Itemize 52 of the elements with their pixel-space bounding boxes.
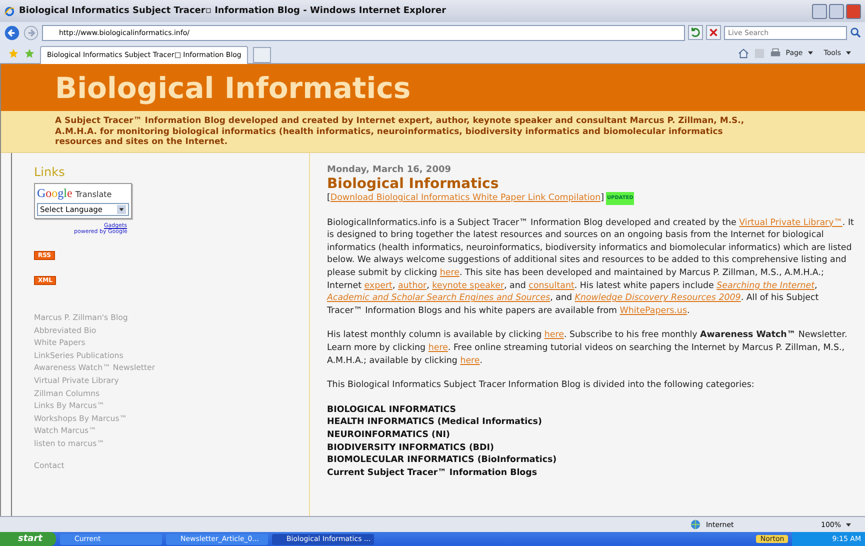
text-link[interactable]: here (460, 356, 480, 366)
bracket-text: [ (327, 192, 330, 205)
caret-icon[interactable] (808, 51, 813, 55)
post-title: Biological Informatics (327, 176, 500, 192)
bracket-text: ] (600, 192, 604, 205)
refresh-icon[interactable] (688, 25, 703, 40)
text-link[interactable]: Academic and Scholar Search Engines and Sources (327, 293, 550, 304)
caret-icon (117, 205, 126, 214)
start-button[interactable]: start (0, 532, 56, 546)
text-link[interactable]: keynote speaker (432, 280, 504, 291)
widget-label: Translate (75, 190, 112, 199)
forward-icon[interactable] (23, 24, 39, 40)
text-link[interactable]: here (544, 330, 564, 340)
category-link[interactable]: HEALTH INFORMATICS (Medical Informatics) (327, 416, 855, 429)
globe-icon (690, 519, 701, 530)
caret-icon[interactable] (846, 51, 851, 55)
text-link[interactable]: WhitePapers.us (620, 306, 687, 316)
category-link[interactable]: Current Subject Tracer™ Information Blogs (327, 466, 855, 480)
home-icon[interactable] (738, 48, 749, 58)
google-logo: Google (37, 186, 72, 201)
category-link[interactable]: BIODIVERSITY INFORMATICS (BDI) (327, 442, 855, 454)
category-link[interactable]: BIOMOLECULAR INFORMATICS (BioInformatics) (327, 454, 855, 467)
restore-button[interactable] (829, 4, 844, 18)
caret-icon[interactable] (846, 522, 851, 526)
close-button[interactable] (846, 4, 861, 18)
blog-title: Biological Informatics (55, 70, 411, 104)
download-link[interactable]: Download Biological Informatics White Paper Link Compilation (330, 192, 601, 205)
search-icon[interactable] (850, 27, 861, 38)
print-icon[interactable] (770, 48, 781, 58)
text-link[interactable]: author (398, 280, 427, 291)
new-tab-button[interactable] (253, 47, 272, 63)
browser-logo-icon (4, 6, 15, 16)
paragraph-text: His latest monthly column is available by clicking here. Subscribe to his free monthly Awareness Watch™ Newsletter. Learn more by clicking here. Free online streaming tutorial videos on searching the Internet by Marcus P. Zillman, M.S., A.M.H.A.; available by clicking here. (327, 329, 848, 368)
paragraph-text: This Biological Informatics Subject Tracer Information Blog is divided into the following categories: (327, 379, 756, 392)
blog-description: A Subject Tracer™ Information Blog developed and created by Internet expert, author, keynote speaker and consultant Marcus P. Zillman, M.S., A.M.H.A. for monitoring biological informatics (health informatics, neuroinformatics, biodiversity informatics and biomolecular informatics resources and sites on the Internet. (55, 116, 746, 148)
star-icon[interactable] (8, 48, 19, 58)
stop-icon[interactable] (706, 25, 721, 40)
text-link[interactable]: consultant (528, 280, 574, 291)
text-link[interactable]: here (428, 342, 448, 353)
text-link[interactable]: expert (364, 280, 392, 291)
post-date: Monday, March 16, 2009 (327, 165, 452, 176)
category-link[interactable]: BIOLOGICAL INFORMATICS (327, 404, 855, 416)
sidebar-heading: Links (34, 165, 65, 179)
category-link[interactable]: NEUROINFORMATICS (NI) (327, 428, 855, 442)
back-icon[interactable] (4, 24, 20, 40)
text-link[interactable]: Virtual Private Library™ (739, 218, 842, 228)
paragraph-text: BiologicalInformatics.info is a Subject Tracer™ Information Blog developed and created by the Virtual Private Library™. It is designed to bring together the latest resources and sources on an ongoing basis from the Internet for biological informatics (health informatics, neuroinformatics, biodiversity informatics and biomolecular informatics) which are listed below. We always welcome suggestions of additional sites and resources to be added to this comprehensive listing and please submit by clicking here. This site has been developed and maintained by Marcus P. Zillman, M.S., A.M.H.A.; Internet expert, author, keynote speaker, and consultant. His latest white papers include Searching the Internet, Academic and Scholar Search Engines and Sources, and Knowledge Discovery Resources 2009. All of his Subject Tracer™ Information Blogs and his white papers are available from WhitePapers.us. (327, 216, 855, 318)
text-link[interactable]: Searching the Internet (716, 280, 815, 291)
window-title: Biological Informatics Subject Tracer▫ Information Blog - Windows Internet Explorer (19, 6, 448, 16)
minimize-button[interactable] (812, 4, 827, 18)
text-link[interactable]: Knowledge Discovery Resources 2009 (574, 293, 741, 304)
text-link[interactable]: here (440, 268, 460, 278)
